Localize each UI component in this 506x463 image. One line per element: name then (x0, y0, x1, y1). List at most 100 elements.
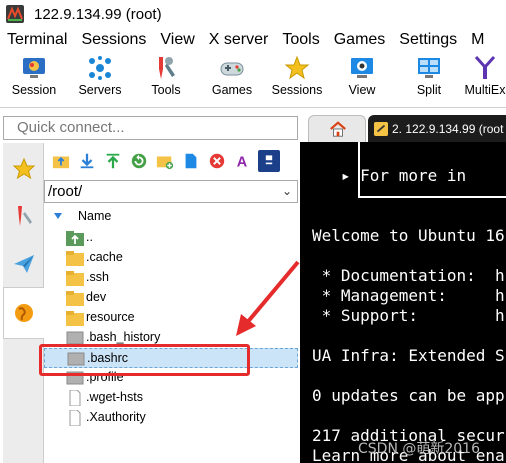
title-bar: 122.9.134.99 (root) (0, 0, 506, 28)
new-folder-icon (156, 156, 174, 170)
menu-tools[interactable]: Tools (282, 31, 319, 49)
file-row[interactable]: dev (44, 288, 298, 308)
quick-connect-input[interactable]: Quick connect... (3, 116, 298, 140)
menu-view[interactable]: View (160, 31, 194, 49)
file-name: .wget-hsts (86, 390, 143, 404)
terminal-pane[interactable]: ▸ For more in Welcome to Ubuntu 16 * Doc… (300, 142, 506, 463)
download-button[interactable] (76, 150, 98, 172)
servers-icon (89, 56, 111, 80)
globe-icon (15, 304, 33, 322)
ssh-tab-icon (374, 121, 388, 136)
macros-side-tab[interactable] (3, 238, 44, 290)
remote-path-field[interactable]: /root/ ⌄ (44, 180, 298, 203)
new-file-icon (185, 153, 197, 169)
servers-button[interactable]: Servers (68, 52, 132, 108)
menu-macros[interactable]: M (471, 31, 484, 49)
refresh-button[interactable] (128, 150, 150, 172)
column-header-name[interactable]: Name (78, 209, 111, 223)
folder-icon (66, 271, 84, 286)
split-label: Split (416, 83, 442, 97)
paper-plane-icon (13, 255, 34, 273)
multiexec-button[interactable]: MultiEx (464, 52, 506, 108)
star-icon (12, 157, 35, 180)
session-icon (23, 58, 45, 78)
file-name: .Xauthority (86, 410, 146, 424)
servers-label: Servers (78, 83, 122, 97)
terminal-follow-button[interactable] (258, 150, 280, 172)
file-row[interactable]: .Xauthority (44, 408, 298, 428)
terminal-line: UA Infra: Extended S (312, 346, 505, 365)
rename-icon: A (237, 154, 248, 170)
watermark-text: CSDN @萌新2016 (358, 441, 480, 457)
tools-icon (159, 57, 175, 79)
highlight-box (39, 344, 250, 376)
tools-button[interactable]: Tools (132, 52, 200, 108)
sftp-file-list: Name .. .cache .ssh dev resource .bash_h… (44, 204, 298, 463)
tools-side-tab[interactable] (3, 190, 44, 242)
menu-xserver[interactable]: X server (209, 31, 269, 49)
sessions-label: Sessions (271, 83, 323, 97)
mobaxterm-icon (6, 5, 24, 23)
file-name: dev (86, 290, 107, 304)
session-label: Session (11, 83, 57, 97)
file-name: resource (86, 310, 135, 324)
menu-games[interactable]: Games (334, 31, 386, 49)
terminal-line: Welcome to Ubuntu 16 (312, 226, 505, 245)
games-button[interactable]: Games (200, 52, 264, 108)
file-name: .ssh (86, 270, 109, 284)
delete-button[interactable] (206, 150, 228, 172)
terminal-line: * Support: h (312, 306, 505, 325)
view-label: View (348, 83, 376, 97)
chevron-down-icon[interactable]: ⌄ (282, 181, 292, 202)
split-button[interactable]: Split (394, 52, 464, 108)
file-row[interactable]: .cache (44, 248, 298, 268)
tab-home[interactable] (308, 115, 366, 142)
view-button[interactable]: View (330, 52, 394, 108)
menu-sessions[interactable]: Sessions (81, 31, 146, 49)
file-row[interactable]: resource (44, 308, 298, 328)
folder-icon (66, 291, 84, 306)
folder-icon (66, 251, 84, 266)
file-row[interactable]: .wget-hsts (44, 388, 298, 408)
sftp-toolbar: A (44, 143, 298, 179)
file-name: .bash_history (86, 330, 161, 344)
view-icon (351, 58, 373, 78)
new-file-button[interactable] (180, 150, 202, 172)
tools-label: Tools (151, 83, 181, 97)
new-folder-button[interactable] (154, 150, 176, 172)
split-icon (418, 58, 440, 78)
terminal-line: * Management: h (312, 286, 505, 305)
file-white-icon (69, 410, 81, 426)
ssh-tab-label: 2. 122.9.134.99 (root (392, 121, 504, 136)
sessions-button[interactable]: Sessions (264, 52, 330, 108)
parent-dir-button[interactable] (50, 150, 72, 172)
file-name: .. (86, 230, 93, 244)
terminal-icon (264, 153, 274, 169)
menu-terminal[interactable]: Terminal (7, 31, 67, 49)
file-row[interactable]: .. (44, 228, 298, 248)
upload-icon (106, 153, 120, 169)
terminal-line: 0 updates can be app (312, 386, 505, 405)
menu-settings[interactable]: Settings (399, 31, 457, 49)
file-white-icon (69, 390, 81, 406)
sort-down-icon[interactable] (54, 213, 62, 219)
folder-icon (66, 311, 84, 326)
file-row[interactable]: .ssh (44, 268, 298, 288)
folder-up-icon (66, 231, 84, 246)
svg-text:A: A (237, 154, 248, 170)
sessions-side-tab[interactable] (3, 143, 44, 195)
gamepad-icon (220, 62, 244, 76)
download-icon (80, 153, 94, 169)
menu-bar: Terminal Sessions View X server Tools Ga… (0, 28, 506, 52)
tools-icon (17, 206, 32, 226)
upload-button[interactable] (102, 150, 124, 172)
rename-button[interactable]: A (232, 150, 254, 172)
main-toolbar: Session Servers Tools Games Sessions Vie… (0, 52, 506, 108)
sftp-side-tab[interactable] (3, 287, 44, 339)
session-button[interactable]: Session (0, 52, 68, 108)
remote-path-value: /root/ (48, 183, 83, 200)
window-title: 122.9.134.99 (root) (34, 5, 162, 23)
refresh-icon (131, 153, 147, 169)
tab-ssh-session[interactable]: 2. 122.9.134.99 (root (368, 115, 506, 142)
folder-up-icon (52, 156, 70, 169)
